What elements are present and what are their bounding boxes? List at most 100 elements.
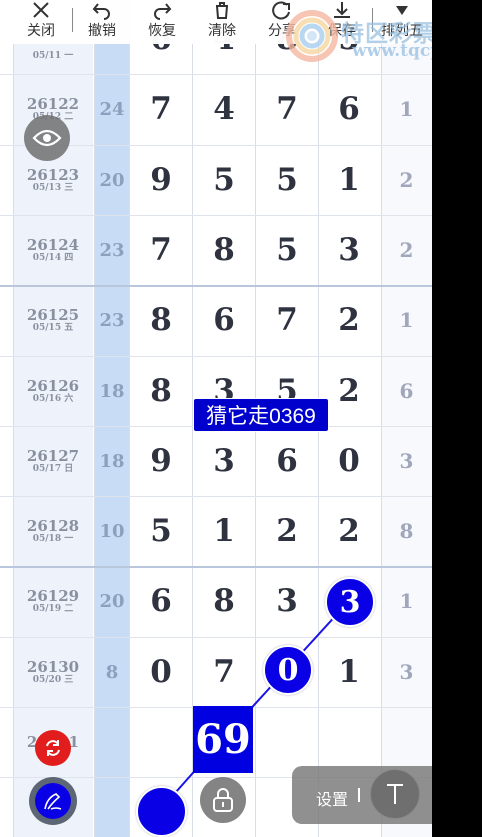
period-cell: 26128 05/18 一 xyxy=(13,496,93,566)
undo-label: 撤销 xyxy=(88,22,116,38)
digit-cell[interactable]: 2 xyxy=(318,285,380,355)
pen-icon xyxy=(44,793,62,810)
digit-cell[interactable]: 9 xyxy=(130,426,192,496)
refresh-button[interactable] xyxy=(35,730,71,766)
digit-cell[interactable]: 0 xyxy=(318,426,380,496)
period-cell: 26126 05/16 六 xyxy=(13,356,93,426)
digit-cell[interactable]: 5 xyxy=(256,215,318,285)
period-cell: 26129 05/19 二 xyxy=(13,566,93,636)
period-number: 26123 xyxy=(26,165,80,184)
sum-cell: 10 xyxy=(99,520,125,542)
right-value-cell: 2 xyxy=(399,238,414,262)
digit-cell[interactable]: 7 xyxy=(256,74,318,144)
clear-button[interactable]: 清除 xyxy=(194,0,250,44)
sum-cell: 23 xyxy=(99,239,125,261)
settings-label: 设置 xyxy=(316,792,349,809)
digit-cell[interactable]: 3 xyxy=(256,566,318,636)
period-cell: 26127 05/17 日 xyxy=(13,426,93,496)
digit-cell[interactable]: 7 xyxy=(130,74,192,144)
sum-cell: 8 xyxy=(105,661,119,683)
period-date: 05/18 一 xyxy=(32,533,74,544)
marked-digit-circle[interactable]: 0 xyxy=(263,645,313,695)
redo-label: 恢复 xyxy=(148,22,176,38)
digit-cell[interactable]: 8 xyxy=(193,215,255,285)
pen-tool-inner xyxy=(35,783,71,819)
digit-cell[interactable]: 1 xyxy=(318,637,380,707)
settings-divider xyxy=(358,788,360,802)
period-number: 26124 xyxy=(26,235,80,254)
pen-tool-button[interactable] xyxy=(29,777,77,825)
digit-cell[interactable]: 4 xyxy=(193,74,255,144)
period-date: 05/13 三 xyxy=(32,182,74,193)
period-number: 26128 xyxy=(26,516,80,535)
toolbar-divider xyxy=(72,8,73,32)
digit-cell[interactable]: 7 xyxy=(256,285,318,355)
period-number: 26130 xyxy=(26,657,80,676)
marked-digit-box[interactable]: 69 xyxy=(193,706,253,773)
right-value-cell: 8 xyxy=(399,519,414,543)
redo-button[interactable]: 恢复 xyxy=(134,0,190,44)
digit-cell[interactable]: 5 xyxy=(256,145,318,215)
digit-cell[interactable]: 5 xyxy=(193,145,255,215)
sum-cell xyxy=(95,707,129,777)
visibility-toggle-button[interactable] xyxy=(24,115,70,161)
right-value-cell: 1 xyxy=(399,589,414,613)
marked-empty-circle[interactable] xyxy=(136,786,187,837)
period-date: 05/20 三 xyxy=(32,674,74,685)
digit-cell[interactable]: 6 xyxy=(193,285,255,355)
digit-cell[interactable] xyxy=(130,707,192,777)
digit-cell[interactable]: 6 xyxy=(318,74,380,144)
lock-icon xyxy=(213,788,233,812)
text-tool-button[interactable] xyxy=(370,769,420,819)
rainbow-logo xyxy=(286,10,338,62)
digit-cell[interactable]: 6 xyxy=(256,426,318,496)
sum-cell: 20 xyxy=(99,169,125,191)
period-date: 05/15 五 xyxy=(32,322,74,333)
digit-cell[interactable]: 3 xyxy=(318,215,380,285)
digit-cell[interactable]: 9 xyxy=(130,145,192,215)
close-button[interactable]: 关闭 xyxy=(13,0,69,44)
period-number: 26129 xyxy=(26,586,80,605)
period-date: 05/11 一 xyxy=(32,51,74,61)
digit-cell[interactable]: 7 xyxy=(193,637,255,707)
clear-label: 清除 xyxy=(208,22,236,38)
redo-icon xyxy=(154,3,172,20)
lock-button[interactable] xyxy=(200,777,246,823)
sum-cell: 20 xyxy=(99,590,125,612)
period-number: 26127 xyxy=(26,446,80,465)
period-date: 05/16 六 xyxy=(32,393,74,404)
site-watermark: 特区彩票网 www.tqcp.net xyxy=(286,8,432,70)
digit-cell[interactable]: 1 xyxy=(318,145,380,215)
digit-cell[interactable]: 7 xyxy=(130,215,192,285)
undo-icon xyxy=(92,3,110,20)
period-number: 26126 xyxy=(26,376,80,395)
period-date: 05/14 四 xyxy=(32,252,74,263)
right-value-cell: 6 xyxy=(399,379,414,403)
digit-cell[interactable]: 0 xyxy=(130,637,192,707)
period-number: 26125 xyxy=(26,305,80,324)
trend-chart-app: 05/11 一64852612205/12 二24747612612305/13… xyxy=(0,0,432,837)
marked-digit-circle[interactable]: 3 xyxy=(325,577,375,627)
period-cell: 26124 05/14 四 xyxy=(13,215,93,285)
digit-cell[interactable]: 2 xyxy=(318,496,380,566)
sum-cell: 24 xyxy=(99,98,125,120)
digit-cell[interactable]: 3 xyxy=(193,426,255,496)
digit-cell[interactable]: 2 xyxy=(256,496,318,566)
period-date: 05/17 日 xyxy=(32,463,74,474)
undo-button[interactable]: 撤销 xyxy=(74,0,130,44)
digit-cell[interactable]: 5 xyxy=(130,496,192,566)
digit-cell[interactable]: 8 xyxy=(193,566,255,636)
sum-cell: 18 xyxy=(99,380,125,402)
right-value-cell: 3 xyxy=(399,449,414,473)
digit-cell[interactable]: 8 xyxy=(130,285,192,355)
eye-icon xyxy=(32,129,62,147)
digit-cell[interactable]: 1 xyxy=(193,496,255,566)
sum-cell: 23 xyxy=(99,309,125,331)
digit-cell[interactable]: 8 xyxy=(130,356,192,426)
right-value-cell: 1 xyxy=(399,97,414,121)
digit-cell[interactable]: 6 xyxy=(130,566,192,636)
watermark-url: www.tqcp.net xyxy=(352,41,432,61)
close-icon xyxy=(33,2,49,18)
close-label: 关闭 xyxy=(27,22,55,38)
right-value-cell: 2 xyxy=(399,168,414,192)
